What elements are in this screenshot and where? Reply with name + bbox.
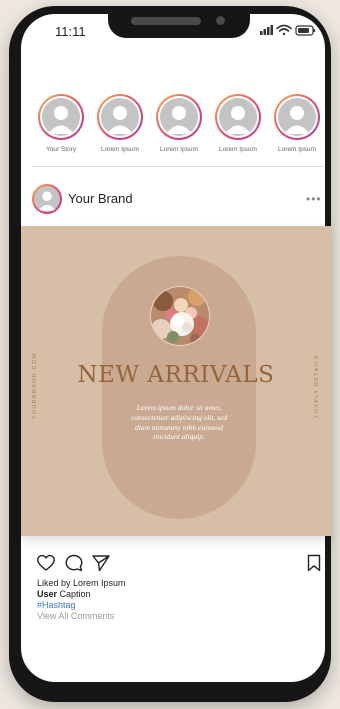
front-camera [216, 16, 225, 25]
post-header: Your Brand ••• [32, 184, 324, 216]
story-ring [274, 94, 320, 140]
caption-line: User Caption [37, 589, 297, 600]
post-actions [36, 553, 324, 575]
brand-avatar[interactable] [32, 184, 62, 214]
hashtag-link[interactable]: #Hashtag [37, 600, 297, 611]
side-text-left: YOURBRAND.COM [32, 352, 38, 420]
user-placeholder-icon [107, 106, 133, 134]
avatar [34, 186, 60, 212]
battery-icon [295, 25, 316, 36]
headline: NEW ARRIVALS [77, 362, 275, 388]
story-item[interactable]: Lorem Ipsum [150, 94, 208, 160]
send-icon[interactable] [91, 553, 111, 573]
comment-icon[interactable] [64, 553, 84, 573]
story-item[interactable]: Lorem Ipsum [268, 94, 326, 160]
post-image[interactable]: NEW ARRIVALS Lorem ipsum dolor sit amet,… [21, 226, 331, 536]
user-placeholder-icon [38, 191, 56, 211]
user-placeholder-icon [284, 106, 310, 134]
story-ring [38, 94, 84, 140]
story-item[interactable]: Your Story [32, 94, 90, 160]
bookmark-icon[interactable] [304, 553, 324, 573]
avatar [160, 98, 198, 136]
stories-row: Your Story Lorem Ipsum Lorem Ipsum Lorem… [32, 94, 322, 160]
side-text-right: LOVELY DETAILS [314, 354, 320, 418]
avatar [101, 98, 139, 136]
stories-divider [32, 166, 324, 167]
brand-name[interactable]: Your Brand [68, 191, 133, 206]
post-caption: Liked by Lorem Ipsum User Caption #Hasht… [37, 578, 297, 622]
speaker-grille [131, 17, 201, 25]
flower-photo [150, 286, 210, 346]
heart-icon[interactable] [36, 553, 56, 573]
story-ring [215, 94, 261, 140]
liked-by[interactable]: Liked by Lorem Ipsum [37, 578, 297, 589]
story-item[interactable]: Lorem Ipsum [209, 94, 267, 160]
story-item[interactable]: Lorem Ipsum [91, 94, 149, 160]
status-time: 11:11 [55, 24, 86, 39]
avatar [42, 98, 80, 136]
more-horizontal-icon[interactable]: ••• [306, 192, 322, 206]
view-comments-link[interactable]: View All Comments [37, 611, 297, 622]
caption-user[interactable]: User [37, 589, 57, 599]
avatar [278, 98, 316, 136]
user-placeholder-icon [166, 106, 192, 134]
caption-text: Caption [59, 589, 91, 599]
body-text: Lorem ipsum dolor sit amet, consectetuer… [130, 403, 228, 442]
story-ring [97, 94, 143, 140]
mockup-canvas: 11:11 Your Story Lorem Ipsum Lorem Ipsum… [0, 0, 340, 709]
user-placeholder-icon [225, 106, 251, 134]
story-ring [156, 94, 202, 140]
user-placeholder-icon [48, 106, 74, 134]
avatar [219, 98, 257, 136]
story-label: Lorem Ipsum [278, 146, 316, 153]
signal-icon [260, 25, 273, 35]
status-icons [258, 22, 318, 38]
wifi-icon [276, 24, 292, 36]
